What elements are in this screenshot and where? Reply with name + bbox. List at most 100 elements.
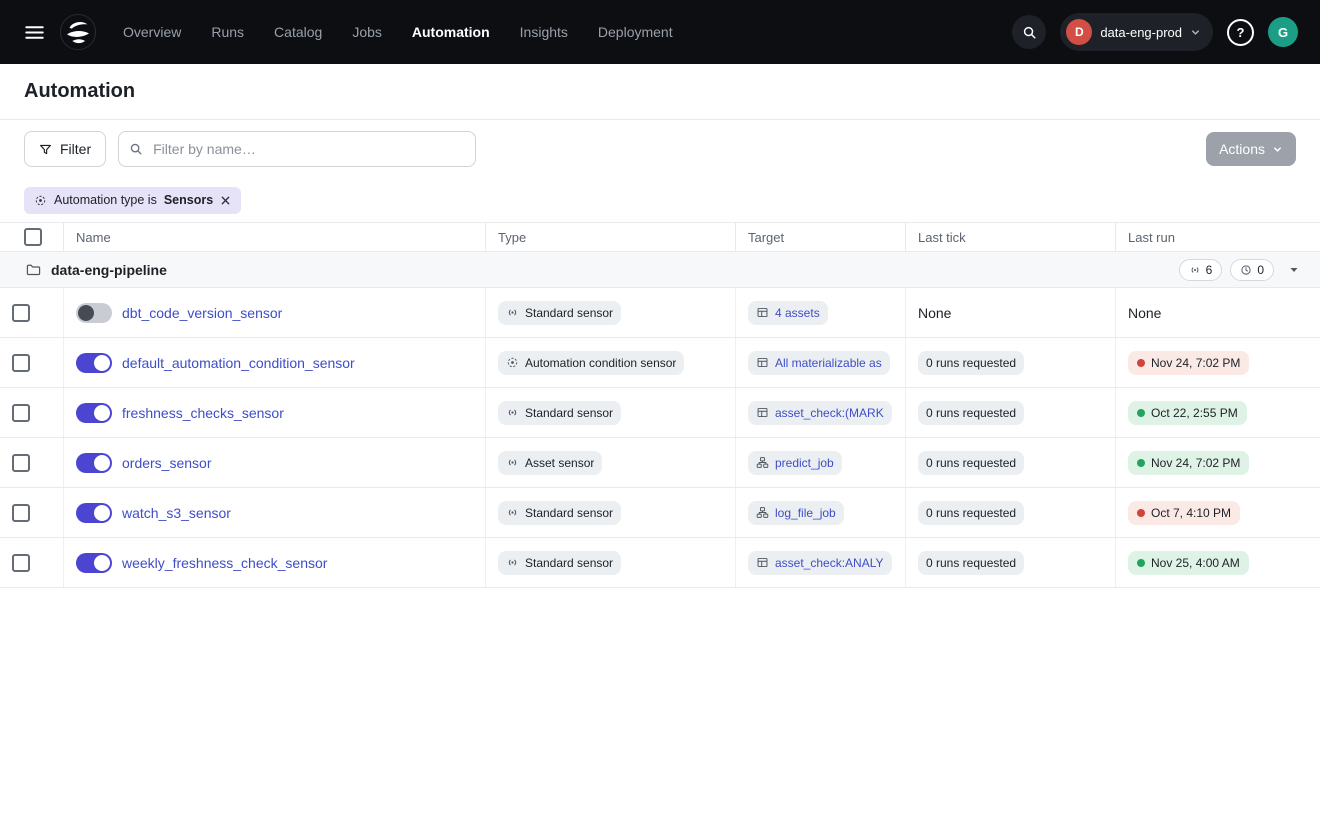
filter-button[interactable]: Filter: [24, 131, 106, 167]
menu-icon[interactable]: [18, 16, 51, 49]
sensor-type-chip: Standard sensor: [498, 401, 621, 425]
clock-icon: [1240, 264, 1252, 276]
table-row: weekly_freshness_check_sensor Standard s…: [0, 538, 1320, 588]
nav-runs[interactable]: Runs: [211, 24, 244, 40]
sensor-icon: [506, 556, 519, 569]
table-row: orders_sensor Asset sensor predict_job 0…: [0, 438, 1320, 488]
target-link[interactable]: All materializable as: [748, 351, 890, 375]
last-tick-chip: 0 runs requested: [918, 351, 1024, 375]
search-input[interactable]: [118, 131, 476, 167]
target-link[interactable]: asset_check:ANALY: [748, 551, 892, 575]
target-link[interactable]: log_file_job: [748, 501, 844, 525]
dagster-logo[interactable]: [59, 13, 97, 51]
sensor-icon: [1189, 264, 1201, 276]
schedule-count-badge: 0: [1230, 259, 1274, 281]
sensor-name-link[interactable]: orders_sensor: [122, 455, 212, 471]
avatar[interactable]: G: [1268, 17, 1298, 47]
sensor-toggle[interactable]: [76, 303, 112, 323]
sensor-name-link[interactable]: dbt_code_version_sensor: [122, 305, 282, 321]
sensor-type-chip: Standard sensor: [498, 501, 621, 525]
sensor-toggle[interactable]: [76, 503, 112, 523]
sensor-toggle[interactable]: [76, 453, 112, 473]
status-dot: [1137, 509, 1145, 517]
close-icon[interactable]: [220, 195, 231, 206]
column-header-last-tick: Last tick: [906, 223, 1116, 251]
sensor-type-chip: Asset sensor: [498, 451, 602, 475]
nav-catalog[interactable]: Catalog: [274, 24, 322, 40]
sensors-table: Name Type Target Last tick Last run data…: [0, 222, 1320, 588]
sensor-toggle[interactable]: [76, 353, 112, 373]
asset-icon: [756, 306, 769, 319]
automation-condition-icon: [506, 356, 519, 369]
row-checkbox[interactable]: [12, 504, 30, 522]
table-row: default_automation_condition_sensor Auto…: [0, 338, 1320, 388]
target-link[interactable]: predict_job: [748, 451, 842, 475]
automation-condition-icon: [34, 194, 47, 207]
column-header-target: Target: [736, 223, 906, 251]
table-row: watch_s3_sensor Standard sensor log_file…: [0, 488, 1320, 538]
page-header: Automation: [0, 64, 1320, 120]
sensor-name-link[interactable]: freshness_checks_sensor: [122, 405, 284, 421]
last-tick-chip: 0 runs requested: [918, 501, 1024, 525]
deployment-initial: D: [1066, 19, 1092, 45]
table-header-row: Name Type Target Last tick Last run: [0, 222, 1320, 252]
last-run-link[interactable]: Nov 24, 7:02 PM: [1128, 451, 1249, 475]
sensor-icon: [506, 506, 519, 519]
filter-tag-value: Sensors: [164, 193, 213, 207]
job-icon: [756, 506, 769, 519]
target-link[interactable]: 4 assets: [748, 301, 828, 325]
nav-deployment[interactable]: Deployment: [598, 24, 673, 40]
toolbar: Filter Actions: [0, 120, 1320, 178]
row-checkbox[interactable]: [12, 404, 30, 422]
sensor-toggle[interactable]: [76, 553, 112, 573]
nav-jobs[interactable]: Jobs: [352, 24, 382, 40]
row-checkbox[interactable]: [12, 554, 30, 572]
repo-group-row: data-eng-pipeline 6 0: [0, 252, 1320, 288]
deployment-name: data-eng-prod: [1100, 25, 1182, 40]
filter-icon: [39, 143, 52, 156]
collapse-group-button[interactable]: [1282, 260, 1306, 280]
help-button[interactable]: ?: [1227, 19, 1254, 46]
row-checkbox[interactable]: [12, 454, 30, 472]
asset-icon: [756, 556, 769, 569]
primary-nav: Overview Runs Catalog Jobs Automation In…: [123, 24, 673, 40]
search-button[interactable]: [1012, 15, 1046, 49]
sensor-icon: [506, 306, 519, 319]
sensor-toggle[interactable]: [76, 403, 112, 423]
page-title: Automation: [24, 80, 135, 103]
filter-button-label: Filter: [60, 141, 91, 157]
search-icon: [129, 142, 143, 156]
row-checkbox[interactable]: [12, 354, 30, 372]
folder-icon: [26, 262, 41, 277]
nav-overview[interactable]: Overview: [123, 24, 181, 40]
help-icon: ?: [1237, 25, 1245, 40]
filter-tag-prefix: Automation type is: [54, 193, 157, 207]
select-all-checkbox[interactable]: [24, 228, 42, 246]
last-run-link[interactable]: Nov 25, 4:00 AM: [1128, 551, 1249, 575]
last-tick-chip: 0 runs requested: [918, 551, 1024, 575]
last-run-link[interactable]: Nov 24, 7:02 PM: [1128, 351, 1249, 375]
last-run-link[interactable]: Oct 22, 2:55 PM: [1128, 401, 1247, 425]
asset-icon: [756, 356, 769, 369]
sensor-name-link[interactable]: weekly_freshness_check_sensor: [122, 555, 327, 571]
last-run-link[interactable]: Oct 7, 4:10 PM: [1128, 501, 1240, 525]
nav-insights[interactable]: Insights: [520, 24, 568, 40]
search-icon: [1022, 25, 1037, 40]
nav-automation[interactable]: Automation: [412, 24, 490, 40]
sensor-name-link[interactable]: default_automation_condition_sensor: [122, 355, 355, 371]
row-checkbox[interactable]: [12, 304, 30, 322]
column-header-last-run: Last run: [1116, 223, 1320, 251]
chevron-down-icon: [1190, 27, 1201, 38]
status-dot: [1137, 409, 1145, 417]
status-dot: [1137, 559, 1145, 567]
filter-tag-sensors[interactable]: Automation type is Sensors: [24, 187, 241, 214]
actions-button-label: Actions: [1219, 141, 1265, 157]
target-link[interactable]: asset_check:(MARK: [748, 401, 892, 425]
sensor-name-link[interactable]: watch_s3_sensor: [122, 505, 231, 521]
repo-group-name: data-eng-pipeline: [51, 262, 167, 278]
active-filters-row: Automation type is Sensors: [0, 178, 1320, 222]
deployment-switcher[interactable]: D data-eng-prod: [1060, 13, 1213, 51]
job-icon: [756, 456, 769, 469]
actions-button[interactable]: Actions: [1206, 132, 1296, 166]
last-tick-chip: 0 runs requested: [918, 451, 1024, 475]
